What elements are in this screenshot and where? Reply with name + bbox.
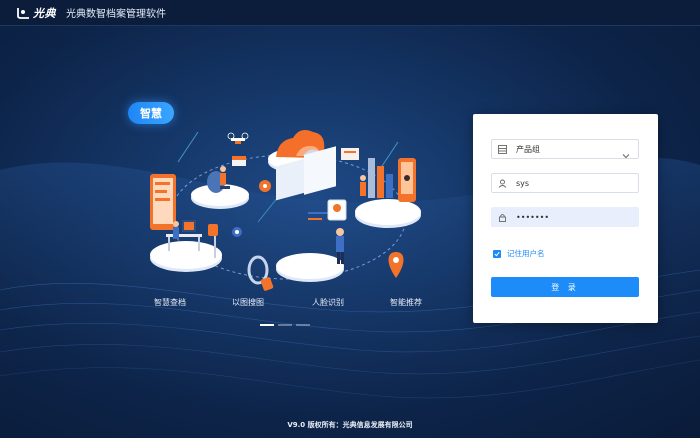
product-group-value: 产品组: [516, 144, 540, 154]
feature-label-smart-search: 智慧查档: [154, 298, 186, 307]
chevron-down-icon[interactable]: [622, 145, 630, 164]
remember-label[interactable]: 记住用户名: [507, 248, 545, 259]
username-value: sys: [516, 178, 530, 188]
login-button[interactable]: 登 录: [491, 277, 639, 297]
carousel-indicator: [260, 324, 310, 326]
feature-label-smart-recommend: 智能推荐: [390, 298, 422, 307]
feature-label-image-search: 以图搜图: [232, 298, 264, 307]
password-field[interactable]: •••••••: [491, 207, 639, 227]
app-title: 光典数智档案管理软件: [66, 9, 166, 20]
top-bar: 光典 光典数智档案管理软件: [0, 0, 700, 26]
smart-badge: 智慧: [128, 102, 174, 124]
brand-logo: 光典: [16, 5, 56, 21]
product-group-select[interactable]: 产品组: [491, 139, 639, 159]
building-icon: [497, 144, 507, 154]
lock-icon: [497, 212, 507, 222]
hero-illustration: 智慧 智慧查档 以图搜图 人脸识别 智能推荐: [128, 102, 438, 332]
carousel-dot[interactable]: [278, 324, 292, 326]
username-field[interactable]: sys: [491, 173, 639, 193]
logo-icon: [17, 7, 29, 19]
feature-label-face-recognition: 人脸识别: [312, 298, 344, 307]
remember-username[interactable]: 记住用户名: [493, 248, 545, 259]
logo-text: 光典: [33, 6, 56, 20]
login-panel: 产品组 sys ••••••• 记住用户名 登 录: [473, 114, 658, 323]
password-value: •••••••: [516, 212, 550, 222]
carousel-dot[interactable]: [260, 324, 274, 326]
user-icon: [497, 178, 507, 188]
remember-checkbox[interactable]: [493, 249, 501, 258]
check-icon: [494, 251, 500, 256]
carousel-dot[interactable]: [296, 324, 310, 326]
footer-copyright: V9.0 版权所有：光典信息发展有限公司: [287, 421, 413, 429]
